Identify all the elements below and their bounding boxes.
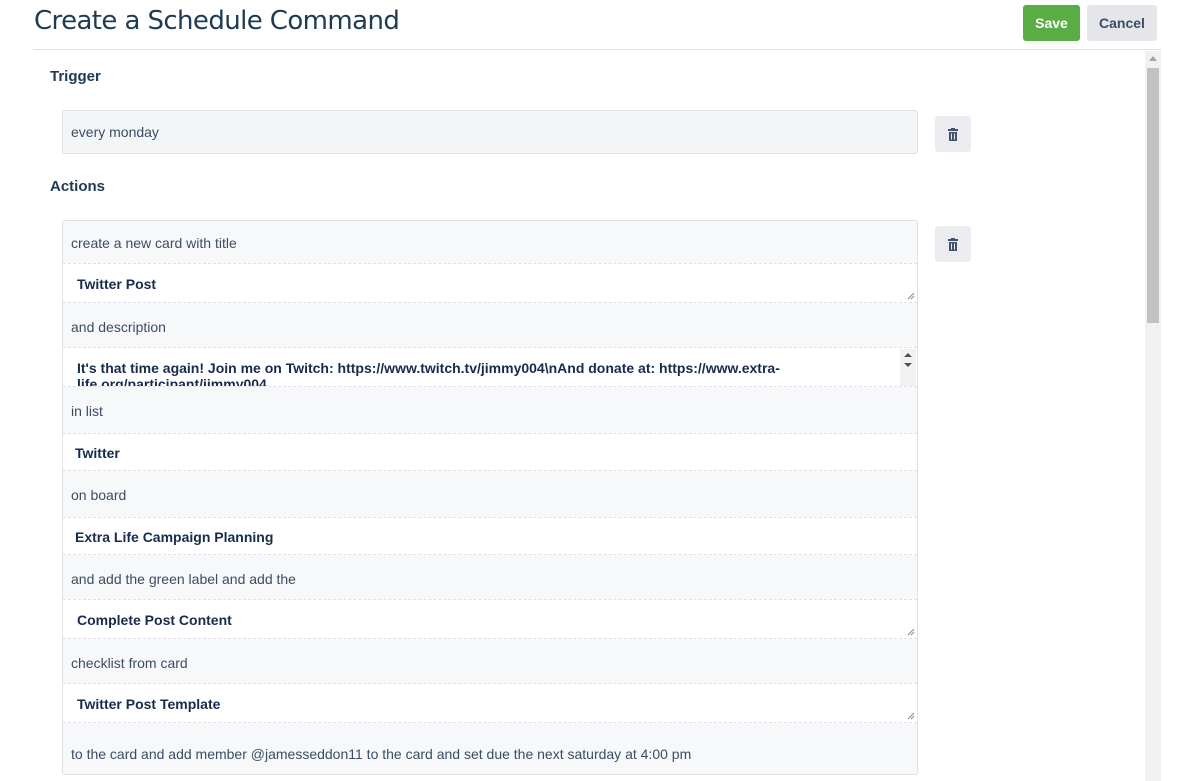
- resize-handle-icon[interactable]: [907, 292, 915, 300]
- description-value: It's that time again! Join me on Twitch:…: [77, 360, 780, 387]
- trash-icon: [948, 127, 958, 141]
- trash-icon: [948, 237, 958, 251]
- checklist-value: Complete Post Content: [77, 612, 232, 628]
- action-card: create a new card with title Twitter Pos…: [62, 220, 918, 775]
- trigger-heading: Trigger: [50, 68, 101, 85]
- board-value: Extra Life Campaign Planning: [75, 529, 274, 545]
- action-text-in-list: in list: [71, 403, 103, 419]
- list-value: Twitter: [75, 445, 120, 461]
- page-scrollbar[interactable]: [1145, 51, 1161, 781]
- scroll-up-icon[interactable]: [1149, 56, 1157, 61]
- delete-action-button[interactable]: [935, 226, 971, 262]
- header: Create a Schedule Command Save Cancel: [0, 0, 1181, 50]
- header-divider: [33, 49, 1161, 50]
- action-text-on-board: on board: [71, 487, 127, 503]
- board-input[interactable]: Extra Life Campaign Planning: [63, 517, 917, 555]
- action-text-checklist-from: checklist from card: [71, 655, 188, 671]
- action-text-member-due: to the card and add member @jamesseddon1…: [71, 746, 692, 762]
- resize-handle-icon[interactable]: [907, 628, 915, 636]
- page-title: Create a Schedule Command: [34, 6, 400, 36]
- save-button[interactable]: Save: [1023, 5, 1080, 41]
- action-text-add-label: and add the green label and add the: [71, 571, 296, 587]
- description-input[interactable]: It's that time again! Join me on Twitch:…: [63, 347, 917, 387]
- scroll-down-icon[interactable]: [904, 363, 912, 367]
- description-scrollbar[interactable]: [900, 349, 916, 386]
- actions-heading: Actions: [50, 178, 106, 195]
- source-card-input[interactable]: Twitter Post Template: [63, 683, 917, 723]
- source-card-value: Twitter Post Template: [77, 696, 221, 712]
- delete-trigger-button[interactable]: [935, 116, 971, 152]
- trigger-field[interactable]: every monday: [62, 110, 918, 154]
- resize-handle-icon[interactable]: [907, 712, 915, 720]
- card-title-input[interactable]: Twitter Post: [63, 263, 917, 303]
- list-input[interactable]: Twitter: [63, 433, 917, 471]
- action-text-description: and description: [71, 319, 166, 335]
- action-text-create-card: create a new card with title: [71, 235, 237, 251]
- card-title-value: Twitter Post: [77, 276, 157, 292]
- checklist-input[interactable]: Complete Post Content: [63, 599, 917, 639]
- scroll-up-icon[interactable]: [904, 353, 912, 357]
- cancel-button[interactable]: Cancel: [1087, 5, 1157, 41]
- scrollbar-thumb[interactable]: [1147, 68, 1159, 323]
